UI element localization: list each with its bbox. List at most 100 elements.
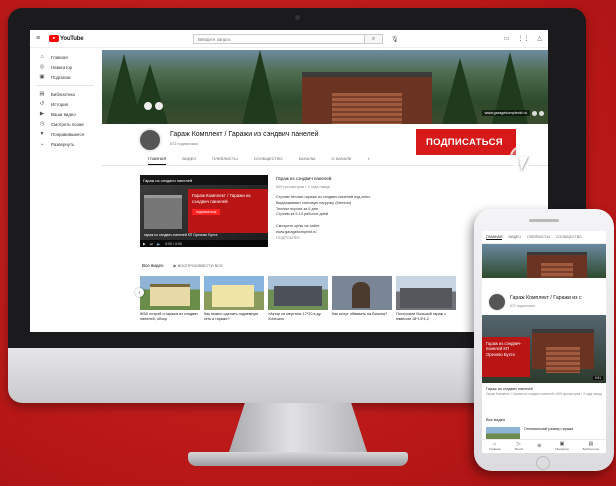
phone-nav-library[interactable]: ▤ Библиотека <box>583 442 599 452</box>
channel-title: Гараж Комплект / Гаражи из сэндвич панел… <box>170 131 319 138</box>
phone-video-time: 0:51 <box>592 376 603 380</box>
phone-nav-home[interactable]: ⌂ Главная <box>489 442 501 452</box>
featured-video-info: Гараж из сэндвич панелей 849 просмотров … <box>276 176 406 242</box>
volume-icon[interactable]: 🔈 <box>157 242 161 246</box>
phone-nav-label: Подписки <box>555 447 569 451</box>
phone-channel-subscribers: 672 подписчика <box>510 304 535 308</box>
watch-later-icon: ◷ <box>39 121 45 127</box>
thumb-garage <box>150 284 190 306</box>
channel-avatar[interactable] <box>138 128 162 152</box>
sidebar-item-home[interactable]: ⌂ Главная <box>30 52 100 62</box>
phone-video-meta: Гараж Комплект / Гаражи из сэндвич панел… <box>486 392 602 397</box>
top-icons: ▭ ⋮⋮ △ <box>504 35 542 42</box>
shelf-header: Все видео ▶ ВОСПРОИЗВЕСТИ ВСЕ <box>142 263 223 268</box>
play-all-button[interactable]: ▶ ВОСПРОИЗВЕСТИ ВСЕ <box>174 263 223 268</box>
tab-playlists[interactable]: ПЛЕЙЛИСТЫ <box>212 156 237 165</box>
video-card[interactable]: Построили большой гараж с навесом 18*13*… <box>396 276 456 322</box>
banner-dots <box>144 102 163 110</box>
video-card[interactable]: ЖБК потрей и гаражи из сэндвич панелей, … <box>140 276 200 322</box>
phone-channel-avatar[interactable] <box>488 293 506 311</box>
sidebar-item-label: Развернуть <box>51 141 75 147</box>
social-icon[interactable] <box>532 111 537 116</box>
thumb-garage <box>212 285 254 307</box>
tab-channels[interactable]: КАНАЛЫ <box>299 156 316 165</box>
phone-nav-shorts[interactable]: ▷ Shorts <box>514 442 523 452</box>
phone-section-title: Все видео <box>486 417 506 422</box>
phone-speaker <box>529 219 559 222</box>
phone-tab-videos[interactable]: ВИДЕО <box>508 235 521 240</box>
sidebar-divider <box>36 85 94 86</box>
youtube-logo[interactable]: YouTube <box>49 35 84 42</box>
menu-icon[interactable]: ≡ <box>36 35 43 42</box>
phone-video-garage <box>532 329 594 373</box>
plus-icon: ⊕ <box>537 443 542 449</box>
banner-tree <box>132 64 168 124</box>
sidebar-item-library[interactable]: ▤ Библиотека <box>30 89 100 99</box>
desktop-screen: ≡ YouTube ⌕ 🎙 ▭ ⋮⋮ △ ⌂ Главная ◎ Навигатор… <box>30 30 548 332</box>
video-card[interactable]: Как можно сделать подземную гать и гараж… <box>204 276 264 322</box>
banner-link[interactable]: www.garagekompleckt.ru <box>481 110 530 116</box>
sidebar-item-history[interactable]: ↺ История <box>30 99 100 109</box>
next-icon[interactable]: ⏭ <box>150 242 153 246</box>
sidebar-item-liked[interactable]: ♥ Понравившиеся <box>30 129 100 139</box>
phone-tab-home[interactable]: ГЛАВНАЯ <box>486 235 503 240</box>
tab-community[interactable]: СООБЩЕСТВО <box>254 156 283 165</box>
bell-icon[interactable]: △ <box>537 35 542 42</box>
microphone-icon[interactable]: 🎙 <box>391 36 399 43</box>
search-channel-icon[interactable]: ⌕ <box>368 156 370 165</box>
chevron-left-icon[interactable]: ‹ <box>135 288 144 297</box>
sidebar-item-my-videos[interactable]: ▶ Ваши видео <box>30 109 100 119</box>
phone-featured-video[interactable]: Гараж из сэндвич-панелей КП Орехово Бухт… <box>482 315 606 383</box>
youtube-play-icon <box>49 35 59 42</box>
featured-more-link[interactable]: ПОДРОБНЕЕ <box>276 236 406 242</box>
banner-dot <box>144 102 152 110</box>
phone-tab-playlists[interactable]: ПЛЕЙЛИСТЫ <box>527 235 550 240</box>
subscribe-button[interactable]: ПОДПИСАТЬСЯ <box>416 129 516 155</box>
featured-title[interactable]: Гараж из сэндвич панелей <box>276 176 406 183</box>
banner-dot <box>155 102 163 110</box>
phone-bottom-nav: ⌂ Главная ▷ Shorts ⊕ ▣ Подписки ▤ Библиотека <box>482 439 606 453</box>
search-input[interactable] <box>193 34 365 44</box>
sidebar: ⌂ Главная ◎ Навигатор ▣ Подписки ▤ Библиотек… <box>30 52 100 149</box>
video-card[interactable]: «Актор из мертных 17*20 в ду. Хочешно <box>268 276 328 322</box>
video-caption: Как можно сделать подземную гать и гараж… <box>204 312 259 321</box>
tab-videos[interactable]: ВИДЕО <box>182 156 196 165</box>
monitor-stand <box>228 403 368 455</box>
phone-nav-subscriptions[interactable]: ▣ Подписки <box>555 442 569 452</box>
sidebar-item-expand[interactable]: ⌄ Развернуть <box>30 139 100 149</box>
video-card[interactable]: Как могут обвивать на Визона? <box>332 276 392 322</box>
sidebar-item-watch-later[interactable]: ◷ Смотреть позже <box>30 119 100 129</box>
banner-tree <box>442 58 478 124</box>
video-thumbnail <box>140 276 200 310</box>
sidebar-item-subscriptions[interactable]: ▣ Подписки <box>30 72 100 82</box>
apps-icon[interactable]: ⋮⋮ <box>517 35 529 42</box>
featured-video-player[interactable]: Гараж из сэндвич панелей Гараж Комплект … <box>140 175 268 247</box>
camera <box>295 15 300 20</box>
tab-home[interactable]: ГЛАВНАЯ <box>148 156 167 165</box>
phone-nav-create[interactable]: ⊕ <box>537 444 541 449</box>
video-thumbnail <box>268 276 328 310</box>
phone-tab-community[interactable]: СООБЩЕСТВО <box>556 235 582 240</box>
social-icon[interactable] <box>539 111 544 116</box>
phone-frame: ГЛАВНАЯ ВИДЕО ПЛЕЙЛИСТЫ СООБЩЕСТВО Гараж… <box>474 209 614 471</box>
end-card-subscribe-button[interactable]: подписаться <box>192 208 221 216</box>
sidebar-item-explore[interactable]: ◎ Навигатор <box>30 62 100 72</box>
phone-nav-label: Главная <box>489 447 501 451</box>
sidebar-item-label: Библиотека <box>51 91 75 97</box>
shelf-title: Все видео <box>142 263 164 268</box>
phone-home-button[interactable] <box>536 456 550 470</box>
play-icon[interactable]: ▶ <box>143 242 146 246</box>
sidebar-item-label: Главная <box>51 54 68 60</box>
phone-banner <box>482 244 606 278</box>
thumb-person <box>352 282 370 308</box>
subscriptions-icon: ▣ <box>39 74 45 80</box>
create-video-icon[interactable]: ▭ <box>504 35 510 42</box>
featured-meta: 849 просмотров • 3 года назад <box>276 184 330 189</box>
sidebar-item-label: Подписки <box>51 74 71 80</box>
library-icon: ▤ <box>39 91 45 97</box>
tab-about[interactable]: О КАНАЛЕ <box>331 156 351 165</box>
video-thumbnail <box>332 276 392 310</box>
search-icon[interactable]: ⌕ <box>365 34 383 44</box>
featured-end-card: Гараж Комплект / Гаражи из сэндвич панел… <box>188 189 268 233</box>
video-caption: Построили большой гараж с навесом 18*13*… <box>396 312 447 321</box>
